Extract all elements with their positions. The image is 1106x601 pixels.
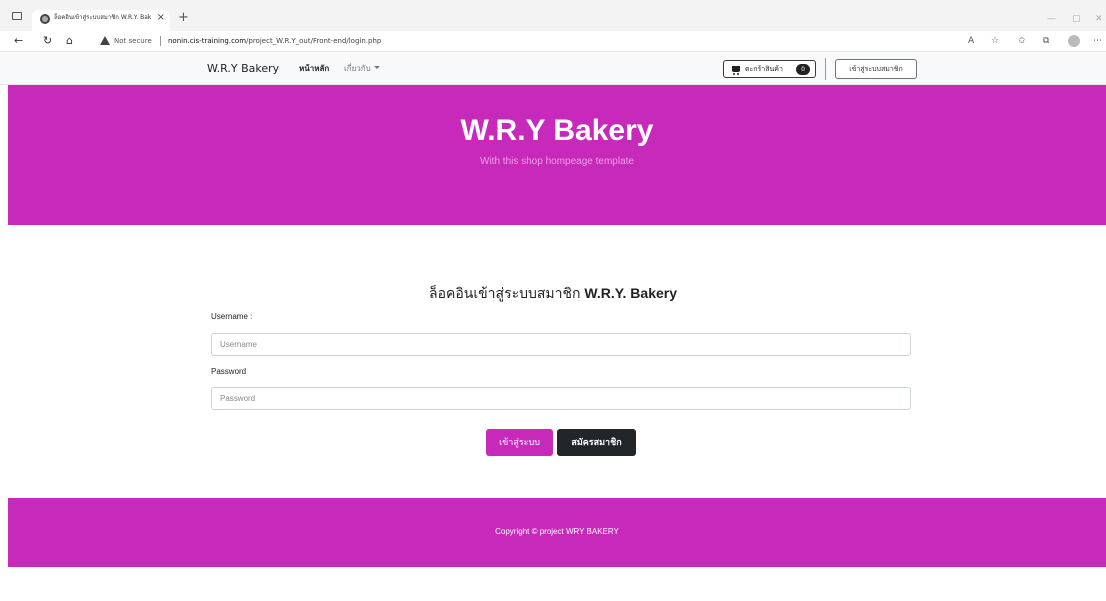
close-tab-icon[interactable]: × — [157, 12, 165, 24]
favorites-icon[interactable]: ✩ — [1018, 35, 1026, 47]
cart-button[interactable]: ตะกร้าสินค้า 0 — [723, 60, 816, 78]
address-bar: ← ↻ ⌂ Not secure nonin.cis-training.com/… — [0, 31, 1106, 52]
hero-subtitle: With this shop hompeage template — [480, 156, 634, 167]
site-footer: Copyright © project WRY BAKERY — [8, 498, 1106, 567]
hero-banner: W.R.Y Bakery With this shop hompeage tem… — [8, 85, 1106, 225]
cart-label: ตะกร้าสินค้า — [745, 65, 783, 73]
restore-icon[interactable]: ▢ — [1072, 14, 1081, 24]
login-title: ล็อคอินเข้าสู่ระบบสมาชิก W.R.Y. Bakery — [0, 284, 1106, 302]
footer-copyright: Copyright © project WRY BAKERY — [495, 527, 619, 536]
profile-icon[interactable] — [1068, 35, 1080, 47]
nav-about-dropdown[interactable]: เกี่ยวกับ — [344, 63, 380, 75]
login-button[interactable]: เข้าสู่ระบบ — [486, 429, 553, 456]
tab-strip: ล็อคอินเข้าสู่ระบบสมาชิก W.R.Y. Bak × + … — [0, 0, 1106, 31]
cart-count-badge: 0 — [796, 64, 810, 75]
username-label: Username : — [211, 312, 253, 321]
navbar-brand[interactable]: W.R.Y Bakery — [207, 62, 279, 76]
address-separator — [160, 36, 161, 46]
tab-title: ล็อคอินเข้าสู่ระบบสมาชิก W.R.Y. Bak — [54, 14, 152, 21]
collections-icon[interactable]: ⧉ — [1043, 35, 1049, 47]
refresh-icon[interactable]: ↻ — [43, 34, 52, 48]
member-login-button[interactable]: เข้าสู่ระบบสมาชิก — [835, 59, 917, 79]
minimize-icon[interactable]: — — [1047, 14, 1056, 24]
cart-icon — [732, 66, 740, 75]
password-input[interactable] — [211, 387, 911, 410]
browser-window: ล็อคอินเข้าสู่ระบบสมาชิก W.R.Y. Bak × + … — [0, 0, 1106, 601]
url-field[interactable]: nonin.cis-training.com/project_W.R.Y_out… — [168, 35, 381, 47]
not-secure-label[interactable]: Not secure — [114, 35, 152, 47]
home-icon[interactable]: ⌂ — [66, 34, 73, 48]
login-title-thai: ล็อคอินเข้าสู่ระบบสมาชิก — [428, 285, 581, 301]
warning-icon — [100, 36, 110, 45]
username-input[interactable] — [211, 333, 911, 356]
register-button[interactable]: สมัครสมาชิก — [557, 429, 636, 456]
login-title-brand: W.R.Y. Bakery — [584, 285, 678, 301]
globe-icon — [40, 14, 50, 24]
navbar-divider — [825, 58, 826, 80]
read-aloud-icon[interactable]: A — [968, 35, 974, 47]
add-favorite-icon[interactable]: ☆ — [991, 35, 999, 47]
hero-title: W.R.Y Bakery — [460, 114, 654, 147]
close-window-icon[interactable]: ✕ — [1095, 14, 1103, 24]
back-icon[interactable]: ← — [14, 34, 23, 48]
sidebar-toggle-icon[interactable] — [12, 12, 22, 20]
site-navbar: W.R.Y Bakery หน้าหลัก เกี่ยวกับ ตะกร้าสิ… — [0, 53, 1106, 85]
url-host: nonin.cis-training.com — [168, 37, 247, 45]
chevron-down-icon — [373, 66, 380, 69]
nav-home-link[interactable]: หน้าหลัก — [299, 63, 329, 75]
password-label: Password — [211, 367, 247, 376]
url-path: /project_W.R.Y_out/Front-end/login.php — [246, 37, 382, 45]
new-tab-icon[interactable]: + — [178, 11, 189, 25]
nav-about-label: เกี่ยวกับ — [344, 64, 371, 73]
browser-tab[interactable]: ล็อคอินเข้าสู่ระบบสมาชิก W.R.Y. Bak × — [32, 10, 170, 31]
more-icon[interactable]: ⋯ — [1093, 35, 1102, 47]
